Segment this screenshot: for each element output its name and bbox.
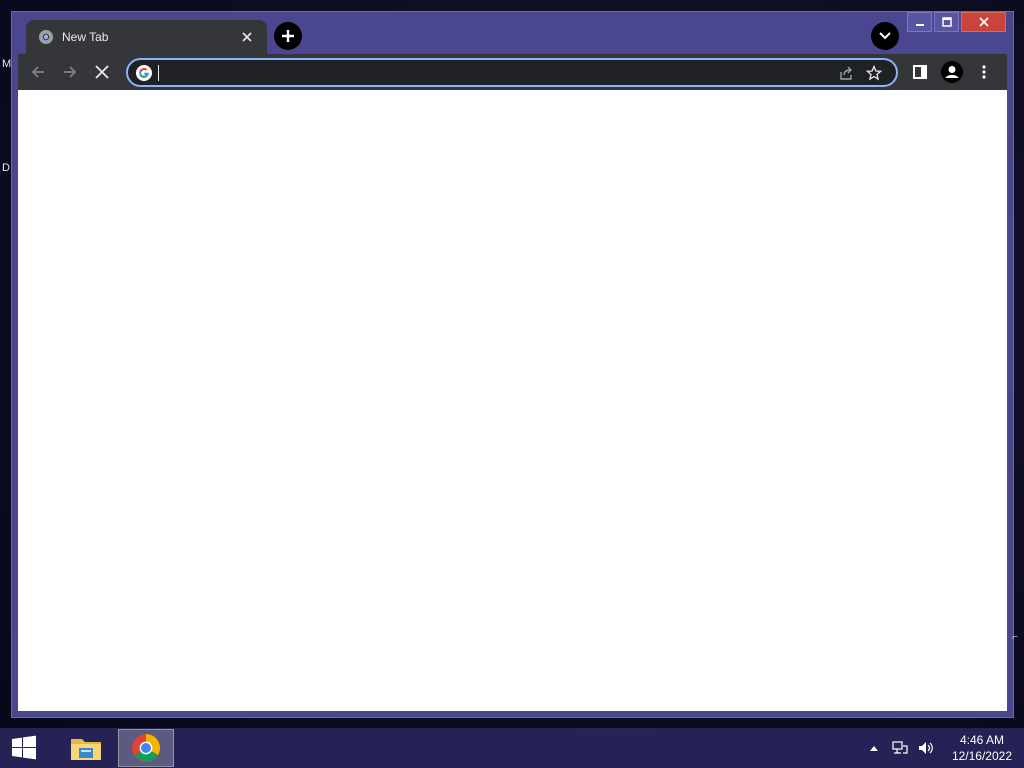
close-icon <box>978 17 989 27</box>
close-icon <box>242 32 252 42</box>
volume-icon <box>918 742 933 754</box>
tab-title: New Tab <box>62 30 109 44</box>
side-panel-button[interactable] <box>906 58 934 86</box>
maximize-button[interactable] <box>934 12 959 32</box>
new-tab-button[interactable] <box>274 22 302 50</box>
network-icon <box>892 741 908 754</box>
arrow-right-icon <box>64 66 77 78</box>
profile-avatar-icon <box>941 61 963 83</box>
share-button[interactable] <box>832 61 860 85</box>
tab-new-tab[interactable]: New Tab <box>26 20 267 54</box>
close-icon <box>95 65 109 79</box>
desktop-edge-mark: ⌐ <box>1012 632 1018 643</box>
close-window-button[interactable] <box>961 12 1006 32</box>
folder-icon <box>71 739 101 760</box>
side-panel-icon <box>913 65 927 79</box>
taskbar: 4:46 AM 12/16/2022 <box>0 728 1024 768</box>
chrome-favicon-icon <box>39 30 53 44</box>
start-button[interactable] <box>0 728 48 768</box>
forward-button[interactable] <box>56 58 84 86</box>
chevron-up-icon <box>869 746 878 751</box>
minimize-button[interactable] <box>907 12 932 32</box>
stop-loading-button[interactable] <box>88 58 116 86</box>
windows-logo-icon <box>12 735 36 760</box>
browser-toolbar <box>18 54 1007 90</box>
browser-menu-button[interactable] <box>970 58 998 86</box>
maximize-icon <box>941 17 952 27</box>
share-icon <box>840 66 852 80</box>
star-icon <box>866 64 882 80</box>
kebab-menu-icon <box>982 65 986 79</box>
browser-window: New Tab <box>11 11 1014 718</box>
clock-time: 4:46 AM <box>959 733 1004 747</box>
plus-icon <box>282 30 294 42</box>
network-button[interactable] <box>892 740 908 756</box>
address-input[interactable] <box>159 64 832 81</box>
taskbar-file-explorer[interactable] <box>58 729 114 767</box>
address-bar[interactable] <box>126 58 898 87</box>
chrome-icon <box>132 734 160 762</box>
profile-button[interactable] <box>938 58 966 86</box>
bookmark-star-button[interactable] <box>860 61 888 85</box>
google-icon <box>136 64 152 81</box>
tab-search-button[interactable] <box>871 22 899 50</box>
minimize-icon <box>915 24 924 26</box>
desktop-icon-label-fragment[interactable]: D <box>2 162 10 174</box>
tab-close-button[interactable] <box>239 29 255 45</box>
taskbar-clock[interactable]: 4:46 AM 12/16/2022 <box>952 732 1012 764</box>
system-tray: 4:46 AM 12/16/2022 <box>866 728 1012 768</box>
clock-date: 12/16/2022 <box>951 749 1012 763</box>
chevron-down-icon <box>879 32 891 40</box>
taskbar-chrome[interactable] <box>118 729 174 767</box>
desktop-icon-label-fragment[interactable]: M <box>2 58 11 70</box>
arrow-left-icon <box>31 66 44 78</box>
back-button[interactable] <box>24 58 52 86</box>
volume-button[interactable] <box>918 740 934 756</box>
window-controls <box>907 12 1006 32</box>
web-content-area[interactable] <box>18 90 1007 711</box>
show-hidden-icons-button[interactable] <box>866 740 882 756</box>
